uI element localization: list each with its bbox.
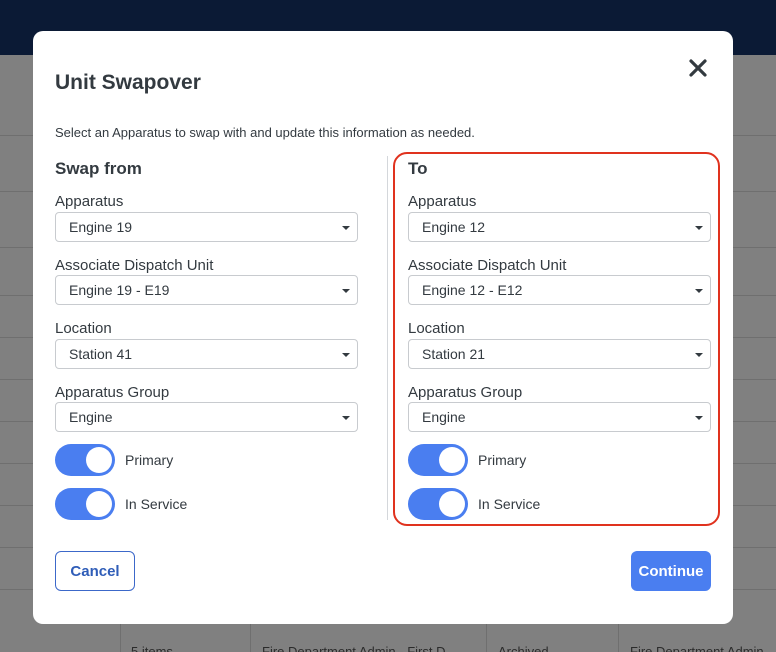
select-value: Engine 12 [422, 219, 486, 235]
select-value: Engine [422, 409, 466, 425]
apparatus-group-label: Apparatus Group [55, 384, 170, 401]
column-divider [387, 156, 388, 520]
select-value: Station 41 [69, 346, 133, 362]
primary-label: Primary [478, 452, 527, 468]
apparatus-label: Apparatus [55, 193, 124, 210]
to-in-service-toggle[interactable] [408, 488, 468, 520]
location-label: Location [408, 320, 465, 337]
bg-table-col [486, 620, 487, 652]
cancel-button[interactable]: Cancel [55, 551, 135, 591]
select-value: Engine 19 [69, 219, 133, 235]
unit-swapover-modal: Unit Swapover Select an Apparatus to swa… [33, 31, 733, 624]
caret-down-icon [695, 289, 703, 293]
apparatus-group-label: Apparatus Group [408, 384, 523, 401]
from-apparatus-group-select[interactable]: Engine [55, 402, 358, 432]
from-apparatus-select[interactable]: Engine 19 [55, 212, 358, 242]
from-location-select[interactable]: Station 41 [55, 339, 358, 369]
caret-down-icon [695, 226, 703, 230]
bg-table-col [120, 620, 121, 652]
caret-down-icon [342, 416, 350, 420]
caret-down-icon [342, 353, 350, 357]
from-dispatch-unit-select[interactable]: Engine 19 - E19 [55, 275, 358, 305]
bg-table-cell: Fire Department Admin [630, 644, 764, 652]
to-apparatus-select[interactable]: Engine 12 [408, 212, 711, 242]
bg-table-col [250, 620, 251, 652]
dispatch-unit-label: Associate Dispatch Unit [408, 257, 567, 274]
location-label: Location [55, 320, 112, 337]
dispatch-unit-label: Associate Dispatch Unit [55, 257, 214, 274]
to-in-service-row: In Service [408, 488, 608, 520]
select-value: Engine [69, 409, 113, 425]
toggle-knob [439, 491, 465, 517]
to-heading: To [408, 159, 428, 178]
in-service-label: In Service [478, 496, 541, 512]
bg-table-cell: Fire Department Admin - First D... [262, 644, 457, 652]
continue-button[interactable]: Continue [631, 551, 711, 591]
select-value: Engine 12 - E12 [422, 282, 523, 298]
caret-down-icon [342, 226, 350, 230]
select-value: Station 21 [422, 346, 486, 362]
toggle-knob [439, 447, 465, 473]
apparatus-label: Apparatus [408, 193, 477, 210]
caret-down-icon [695, 416, 703, 420]
swap-to-section: To Apparatus Engine 12 Associate Dispatc… [408, 159, 712, 520]
to-apparatus-group-select[interactable]: Engine [408, 402, 711, 432]
to-primary-toggle[interactable] [408, 444, 468, 476]
swap-from-heading: Swap from [55, 159, 142, 178]
primary-label: Primary [125, 452, 174, 468]
caret-down-icon [695, 353, 703, 357]
bg-table-col [618, 620, 619, 652]
from-in-service-row: In Service [55, 488, 255, 520]
to-dispatch-unit-select[interactable]: Engine 12 - E12 [408, 275, 711, 305]
close-icon[interactable] [685, 55, 711, 81]
swap-from-section: Swap from Apparatus Engine 19 Associate … [55, 159, 359, 520]
from-in-service-toggle[interactable] [55, 488, 115, 520]
from-primary-row: Primary [55, 444, 255, 476]
bg-table-cell: 5 items [131, 644, 173, 652]
modal-description: Select an Apparatus to swap with and upd… [55, 125, 475, 140]
to-location-select[interactable]: Station 21 [408, 339, 711, 369]
from-primary-toggle[interactable] [55, 444, 115, 476]
modal-title: Unit Swapover [55, 71, 201, 94]
toggle-knob [86, 491, 112, 517]
to-primary-row: Primary [408, 444, 608, 476]
toggle-knob [86, 447, 112, 473]
select-value: Engine 19 - E19 [69, 282, 170, 298]
bg-table-cell: Archived [498, 644, 549, 652]
caret-down-icon [342, 289, 350, 293]
in-service-label: In Service [125, 496, 188, 512]
